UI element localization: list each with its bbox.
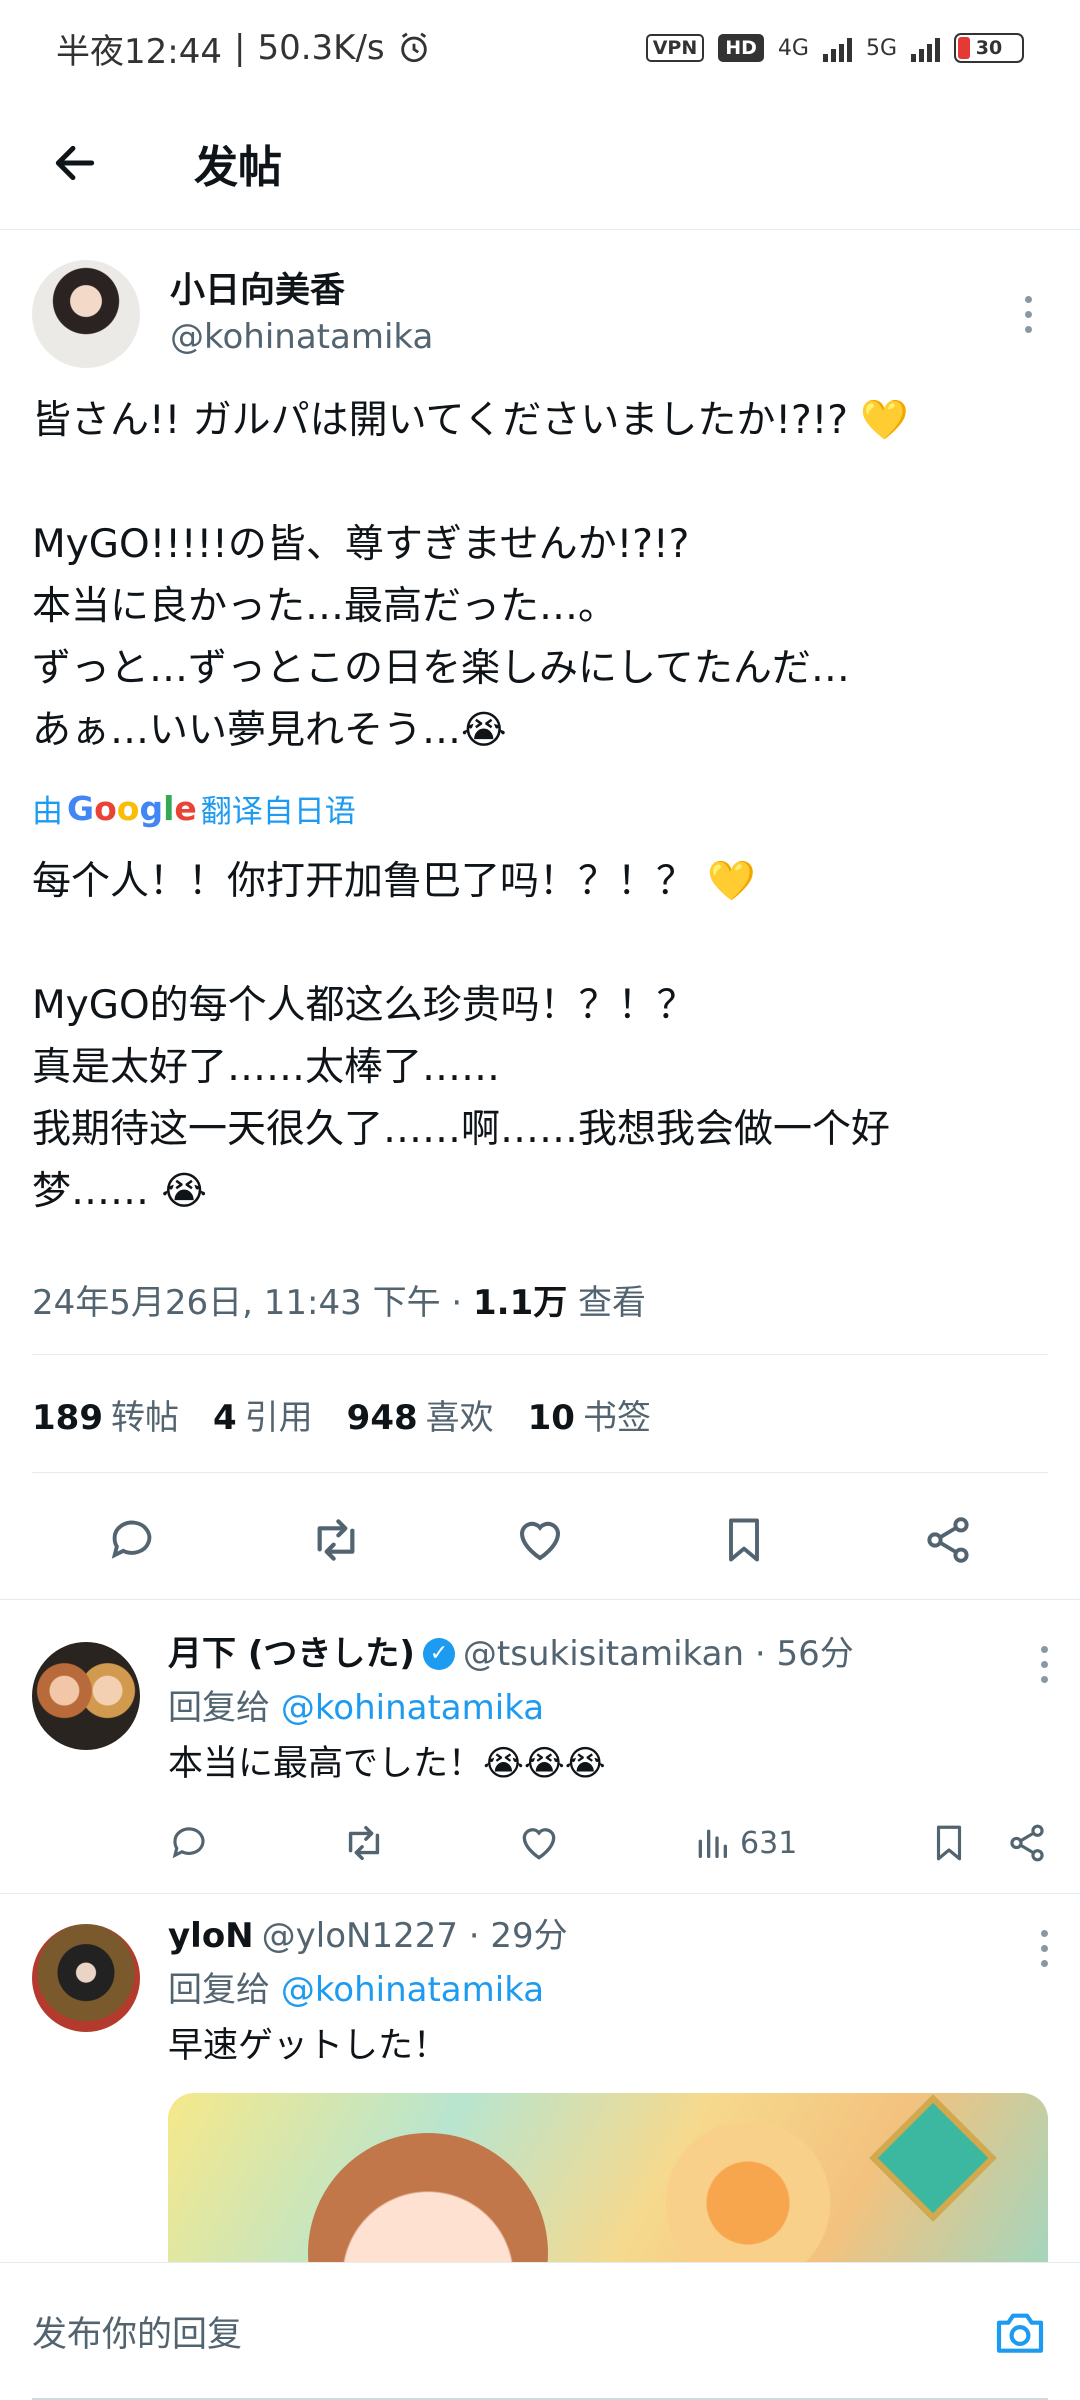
reply-to-line: 回复给 @kohinatamika [168,1688,545,1728]
bar-chart-icon [698,1829,728,1858]
author-handle[interactable]: @kohinatamika [170,314,1008,360]
google-logo: Google [67,789,197,828]
signal-icon [822,34,852,62]
back-button[interactable] [0,96,150,230]
network-5g-label: 5G [865,35,897,61]
tweet-timestamp[interactable]: 24年5月26日, 11:43 下午 · [32,1283,473,1323]
stat-quotes[interactable]: 4 引用 [213,1390,313,1439]
top-bar: 发帖 [0,96,1080,230]
reply-item[interactable]: 月下 (つきした) ✓ @tsukisitamikan · 56分 回复给 @k… [0,1606,1080,1894]
avatar[interactable] [32,260,140,368]
arrow-left-icon [55,145,95,180]
tweet-stats: 189 转帖 4 引用 948 喜欢 10 书签 [32,1390,651,1439]
tweet-author: 小日向美香 @kohinatamika [32,256,1048,372]
bookmark-icon [729,1518,759,1561]
camera-icon[interactable] [992,2304,1048,2360]
views-label: 查看 [567,1283,647,1323]
battery-icon: 30 [954,33,1024,63]
reply-author-name[interactable]: 月下 (つきした) [168,1628,415,1680]
reply-text: 早速ゲットした！ [168,2026,449,2066]
reply-actions: 631 [168,1820,1048,1866]
translation-attribution[interactable]: 由 Google 翻译自日语 [32,786,1048,831]
divider [32,1354,1048,1355]
more-options-icon[interactable] [1008,295,1048,333]
verified-badge-icon: ✓ [422,1638,455,1670]
reply-to-link[interactable]: @kohinatamika [281,1688,544,1728]
retweet-button[interactable] [296,1500,376,1580]
stat-bookmarks[interactable]: 10 书签 [528,1390,651,1439]
reply-handle-time[interactable]: @yloN1227 · 29分 [262,1910,568,1962]
reply-button[interactable] [92,1500,172,1580]
battery-level: 30 [975,37,1003,59]
bookmark-button[interactable] [704,1500,784,1580]
reply-handle-time[interactable]: @tsukisitamikan · 56分 [463,1628,854,1680]
reply-input[interactable]: 发布你的回复 [32,2306,992,2357]
hd-badge: HD [718,34,764,62]
avatar[interactable] [32,1924,140,2032]
status-time: 半夜12:44 [56,31,222,72]
vpn-badge: VPN [645,34,705,62]
stat-retweets[interactable]: 189 转帖 [32,1390,179,1439]
tweet-original-text: 皆さん!! ガルパは開いてくださいましたか!?!? 💛 MyGO!!!!!の皆、… [32,398,909,753]
avatar[interactable] [32,1642,140,1750]
main-tweet: 小日向美香 @kohinatamika 皆さん!! ガルパは開いてくださいました… [32,256,1048,1223]
views-count: 1.1万 [473,1283,568,1323]
status-bar: 半夜12:44 | 50.3K/s VPN HD 4G 5G 30 [0,0,1080,96]
alarm-icon [400,32,427,63]
bookmark-icon[interactable] [928,1822,970,1864]
reply-to-link[interactable]: @kohinatamika [281,1970,544,2010]
share-icon [927,1516,969,1563]
reply-author-name[interactable]: yloN [168,1910,254,1962]
retweet-icon [317,1518,355,1561]
like-button[interactable] [500,1500,580,1580]
tweet-meta: 24年5月26日, 11:43 下午 · 1.1万 查看 [32,1275,646,1324]
stat-likes[interactable]: 948 喜欢 [347,1390,494,1439]
retweet-icon[interactable] [341,1820,387,1866]
views-count: 631 [740,1825,798,1861]
views-button[interactable]: 631 [692,1823,797,1863]
network-4g-label: 4G [777,35,809,61]
heart-icon[interactable] [517,1821,561,1865]
divider [32,1472,1048,1473]
share-button[interactable] [908,1500,988,1580]
share-icon[interactable] [1006,1822,1048,1864]
page-title: 发帖 [194,141,282,193]
tweet-actions [0,1480,1080,1600]
tweet-translated-text: 每个人！！你打开加鲁巴了吗！？！？ 💛 MyGO的每个人都这么珍贵吗！？！？ 真… [32,859,891,1214]
reply-composer[interactable]: 发布你的回复 [0,2262,1080,2400]
reply-text: 本当に最高でした！😭😭😭 [168,1744,606,1784]
signal-icon-2 [911,34,940,62]
heart-icon [519,1521,561,1560]
reply-icon [111,1520,152,1559]
status-speed: 50.3K/s [257,28,385,68]
reply-to-line: 回复给 @kohinatamika [168,1970,545,2010]
reply-icon[interactable] [168,1822,210,1864]
author-name[interactable]: 小日向美香 [170,268,1008,314]
